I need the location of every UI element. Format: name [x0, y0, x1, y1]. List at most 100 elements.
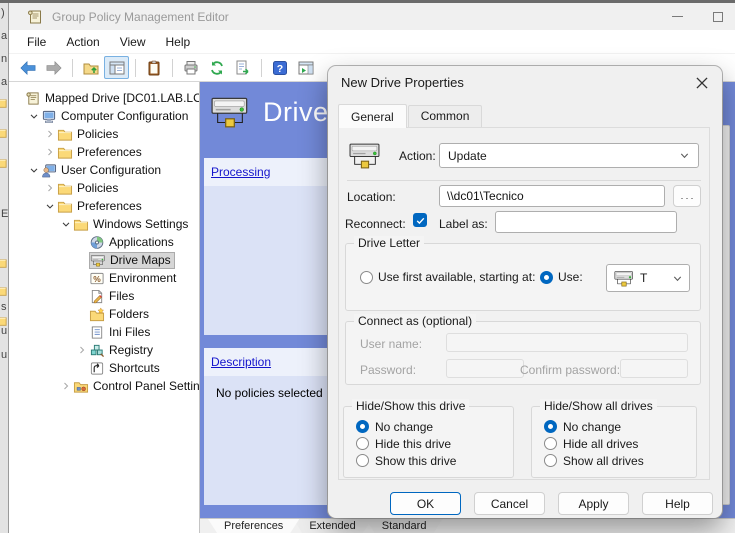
- chevron-right-icon[interactable]: [43, 145, 57, 159]
- tree-item-environment[interactable]: %Environment: [9, 269, 199, 287]
- computer-icon: [41, 109, 57, 124]
- hide-show-this-drive-group: Hide/Show this drive No changeHide this …: [343, 406, 514, 478]
- tree-item-registry[interactable]: Registry: [9, 341, 199, 359]
- expander-spacer: [75, 289, 89, 303]
- printer-icon: [183, 60, 199, 76]
- general-tab-pane: Action: Update Location: . . . Reconnect…: [338, 127, 710, 480]
- background-text-fragment: s: [1, 301, 7, 313]
- menu-action[interactable]: Action: [56, 32, 109, 52]
- action-select[interactable]: Update: [439, 143, 699, 168]
- description-link[interactable]: Description: [211, 355, 271, 369]
- up-one-level-button[interactable]: [78, 56, 103, 79]
- tree-item-policies[interactable]: Policies: [9, 179, 199, 197]
- processing-section-body: [204, 186, 335, 335]
- browse-button[interactable]: . . .: [673, 185, 701, 207]
- drive-letter-group-label: Drive Letter: [354, 236, 424, 250]
- refresh-button[interactable]: [204, 56, 229, 79]
- maximize-button[interactable]: [713, 12, 723, 22]
- tree-item-preferences[interactable]: Preferences: [9, 143, 199, 161]
- tree-item-label: Drive Maps: [110, 253, 171, 267]
- network-drive-icon: [90, 253, 106, 268]
- cancel-button[interactable]: Cancel: [474, 492, 545, 515]
- view-tab-preferences[interactable]: Preferences: [208, 519, 299, 533]
- tree-item-files[interactable]: Files: [9, 287, 199, 305]
- use-letter-radio[interactable]: Use:: [540, 270, 583, 284]
- printer-button[interactable]: [178, 56, 203, 79]
- menu-file[interactable]: File: [17, 32, 56, 52]
- tree-item-ini-files[interactable]: Ini Files: [9, 323, 199, 341]
- export-list-button[interactable]: [230, 56, 255, 79]
- tree-item-control-panel-settings[interactable]: Control Panel Settings: [9, 377, 199, 395]
- label-as-label: Label as:: [439, 217, 488, 231]
- view-tab-standard[interactable]: Standard: [366, 519, 443, 533]
- menu-help[interactable]: Help: [156, 32, 201, 52]
- minimize-button[interactable]: [672, 11, 683, 22]
- tree-item-preferences[interactable]: Preferences: [9, 197, 199, 215]
- ini-files-icon: [89, 325, 105, 340]
- export-list-icon: [235, 60, 251, 76]
- tree-item-folders[interactable]: Folders: [9, 305, 199, 323]
- radio-hide-this-drive[interactable]: Hide this drive: [344, 435, 513, 452]
- apply-button[interactable]: Apply: [558, 492, 629, 515]
- tree-item-label: Policies: [77, 181, 118, 195]
- chevron-down-icon[interactable]: [59, 217, 73, 231]
- radio-hide-all-drives[interactable]: Hide all drives: [532, 435, 696, 452]
- chevron-right-icon[interactable]: [43, 127, 57, 141]
- ok-button[interactable]: OK: [390, 492, 461, 515]
- forward-arrow-button[interactable]: [41, 56, 66, 79]
- tree-item-policies[interactable]: Policies: [9, 125, 199, 143]
- reconnect-checkbox[interactable]: [413, 213, 427, 227]
- show-action-pane-button[interactable]: [293, 56, 318, 79]
- radio-show-all-drives[interactable]: Show all drives: [532, 452, 696, 469]
- label-as-input[interactable]: [495, 211, 677, 233]
- radio-show-this-drive[interactable]: Show this drive: [344, 452, 513, 469]
- help-button[interactable]: ?: [267, 56, 292, 79]
- tree-item-label: Shortcuts: [109, 361, 160, 375]
- chevron-down-icon[interactable]: [43, 199, 57, 213]
- drive-letter-select[interactable]: T: [606, 264, 690, 292]
- tab-general[interactable]: General: [338, 104, 407, 128]
- tree-item-shortcuts[interactable]: Shortcuts: [9, 359, 199, 377]
- radio-off-icon: [544, 454, 557, 467]
- expander-spacer: [75, 361, 89, 375]
- expander-spacer: [75, 235, 89, 249]
- applications-icon: [89, 235, 105, 250]
- hide-show-all-drives-group: Hide/Show all drives No changeHide all d…: [531, 406, 697, 478]
- clipboard-button[interactable]: [141, 56, 166, 79]
- menu-view[interactable]: View: [110, 32, 156, 52]
- close-icon[interactable]: [693, 74, 711, 92]
- tab-common[interactable]: Common: [408, 105, 483, 127]
- help-button[interactable]: Help: [642, 492, 713, 515]
- chevron-down-icon[interactable]: [27, 109, 41, 123]
- files-icon: [89, 289, 105, 304]
- processing-link[interactable]: Processing: [211, 165, 270, 179]
- chevron-down-icon[interactable]: [27, 163, 41, 177]
- tree-item-windows-settings[interactable]: Windows Settings: [9, 215, 199, 233]
- chevron-right-icon[interactable]: [43, 181, 57, 195]
- radio-no-change[interactable]: No change: [532, 418, 696, 435]
- tree-item-user-configuration[interactable]: User Configuration: [9, 161, 199, 179]
- use-first-available-radio[interactable]: Use first available, starting at:: [360, 270, 535, 284]
- view-tab-extended[interactable]: Extended: [293, 519, 371, 533]
- tree-item-computer-configuration[interactable]: Computer Configuration: [9, 107, 199, 125]
- radio-no-change[interactable]: No change: [344, 418, 513, 435]
- folder-icon: [0, 95, 8, 109]
- radio-label: Show this drive: [375, 454, 456, 468]
- user-name-input: [446, 333, 688, 352]
- chevron-right-icon[interactable]: [59, 379, 73, 393]
- back-arrow-button[interactable]: [15, 56, 40, 79]
- connect-as-group: Connect as (optional) User name: Passwor…: [345, 321, 701, 385]
- tree-item-drive-maps[interactable]: Drive Maps: [9, 251, 199, 269]
- use-first-available-label: Use first available, starting at:: [378, 270, 535, 284]
- toolbar-separator: [261, 59, 262, 77]
- dialog-tabs: General Common: [338, 104, 483, 127]
- reconnect-label: Reconnect:: [345, 217, 406, 231]
- tree-item-applications[interactable]: Applications: [9, 233, 199, 251]
- folder-icon: [0, 313, 8, 327]
- gpo-scroll-icon: [27, 9, 43, 25]
- show-console-tree-button[interactable]: [104, 56, 129, 79]
- chevron-right-icon[interactable]: [75, 343, 89, 357]
- chevron-down-icon: [672, 273, 683, 284]
- location-input[interactable]: [439, 185, 665, 207]
- tree-item-mapped-drive-dc01-lab-loca[interactable]: Mapped Drive [DC01.LAB.LOCA: [9, 89, 199, 107]
